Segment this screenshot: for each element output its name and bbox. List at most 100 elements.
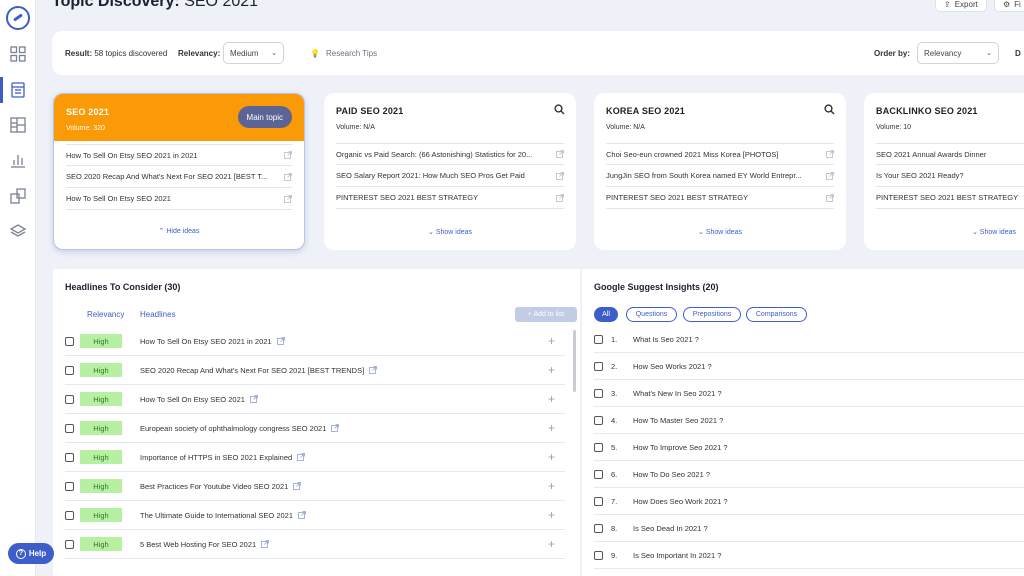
add-icon[interactable]: + bbox=[548, 392, 555, 406]
headlines-column-header[interactable]: Headlines bbox=[140, 310, 176, 319]
main-topic-badge[interactable]: Main topic bbox=[237, 106, 292, 128]
card-idea-row[interactable]: PINTEREST SEO 2021 BEST STRATEGY bbox=[876, 187, 1024, 209]
row-checkbox[interactable] bbox=[594, 469, 603, 479]
row-checkbox[interactable] bbox=[65, 481, 74, 491]
card-idea-row[interactable]: How To Sell On Etsy SEO 2021 bbox=[66, 188, 292, 210]
logo[interactable] bbox=[6, 6, 30, 30]
row-checkbox[interactable] bbox=[65, 452, 74, 462]
hide-ideas-button[interactable]: ⌃ Hide ideas bbox=[54, 227, 304, 235]
row-checkbox[interactable] bbox=[594, 442, 603, 452]
add-icon[interactable]: + bbox=[548, 479, 555, 493]
add-to-list-button[interactable]: + Add to list bbox=[515, 307, 577, 322]
add-icon[interactable]: + bbox=[548, 334, 555, 348]
suggest-row[interactable]: 3. What's New In Seo 2021 ? bbox=[594, 380, 1024, 407]
external-link-icon[interactable] bbox=[250, 395, 258, 403]
row-checkbox[interactable] bbox=[65, 423, 74, 433]
headline-row[interactable]: High European society of ophthalmology co… bbox=[65, 414, 565, 443]
card-idea-row[interactable]: Is Your SEO 2021 Ready? bbox=[876, 165, 1024, 187]
add-icon[interactable]: + bbox=[548, 508, 555, 522]
external-link-icon[interactable] bbox=[261, 540, 270, 548]
card-idea-row[interactable]: JungJin SEO from South Korea named EY Wo… bbox=[606, 165, 834, 187]
external-link-icon[interactable] bbox=[298, 511, 306, 519]
integrations-icon[interactable] bbox=[9, 187, 27, 205]
external-link-icon[interactable] bbox=[556, 150, 564, 158]
suggest-row[interactable]: 1. What Is Seo 2021 ? bbox=[594, 326, 1024, 353]
external-link-icon[interactable] bbox=[556, 171, 564, 180]
card-idea-row[interactable]: Choi Seo-eun crowned 2021 Miss Korea [PH… bbox=[606, 143, 834, 165]
show-ideas-button[interactable]: ⌄ Show ideas bbox=[324, 228, 576, 236]
row-checkbox[interactable] bbox=[594, 334, 603, 344]
headline-row[interactable]: High 5 Best Web Hosting For SEO 2021 + bbox=[65, 530, 565, 559]
topic-card[interactable]: KOREA SEO 2021 Volume: N/A Choi Seo-eun … bbox=[594, 93, 846, 250]
chip-prepositions[interactable]: Prepositions bbox=[683, 307, 741, 322]
add-icon[interactable]: + bbox=[548, 537, 555, 551]
headline-row[interactable]: High The Ultimate Guide to International … bbox=[65, 501, 565, 530]
external-link-icon[interactable] bbox=[297, 453, 306, 461]
header-more-button[interactable]: ⚙ Fi bbox=[994, 0, 1024, 12]
external-link-icon[interactable] bbox=[556, 193, 564, 202]
suggest-row[interactable]: 6. How To Do Seo 2021 ? bbox=[594, 461, 1024, 488]
show-ideas-button[interactable]: ⌄ Show ideas bbox=[594, 228, 846, 236]
layers-icon[interactable] bbox=[9, 222, 27, 240]
relevancy-column-header[interactable]: Relevancy bbox=[87, 310, 124, 319]
topic-card-main[interactable]: SEO 2021 Volume: 320 Main topic How To S… bbox=[53, 93, 305, 250]
search-icon[interactable] bbox=[554, 104, 565, 115]
chip-comparisons[interactable]: Comparisons bbox=[746, 307, 807, 322]
external-link-icon[interactable] bbox=[284, 151, 292, 159]
card-idea-row[interactable]: How To Sell On Etsy SEO 2021 in 2021 bbox=[66, 144, 292, 166]
row-checkbox[interactable] bbox=[65, 510, 74, 520]
card-idea-row[interactable]: SEO 2020 Recap And What's Next For SEO 2… bbox=[66, 166, 292, 188]
row-checkbox[interactable] bbox=[65, 394, 74, 404]
row-checkbox[interactable] bbox=[594, 523, 603, 533]
suggest-row[interactable]: 5. How To Improve Seo 2021 ? bbox=[594, 434, 1024, 461]
add-icon[interactable]: + bbox=[548, 450, 555, 464]
show-ideas-button[interactable]: ⌄ Show ideas bbox=[864, 228, 1024, 236]
card-idea-row[interactable]: SEO Salary Report 2021: How Much SEO Pro… bbox=[336, 165, 564, 187]
external-link-icon[interactable] bbox=[276, 337, 285, 345]
external-link-icon[interactable] bbox=[369, 366, 378, 374]
headline-row[interactable]: High Importance of HTTPS in SEO 2021 Expl… bbox=[65, 443, 565, 472]
chip-questions[interactable]: Questions bbox=[626, 307, 677, 322]
row-checkbox[interactable] bbox=[594, 496, 603, 506]
headlines-scrollbar[interactable] bbox=[573, 330, 576, 392]
row-checkbox[interactable] bbox=[65, 539, 74, 549]
search-icon[interactable] bbox=[824, 104, 835, 115]
order-by-select[interactable]: Relevancy ⌄ bbox=[917, 42, 999, 64]
row-checkbox[interactable] bbox=[594, 388, 603, 398]
suggest-row[interactable]: 4. How To Master Seo 2021 ? bbox=[594, 407, 1024, 434]
card-idea-row[interactable]: PINTEREST SEO 2021 BEST STRATEGY bbox=[336, 187, 564, 209]
row-checkbox[interactable] bbox=[65, 336, 74, 346]
card-idea-row[interactable]: SEO 2021 Annual Awards Dinner bbox=[876, 143, 1024, 165]
external-link-icon[interactable] bbox=[284, 172, 292, 181]
row-checkbox[interactable] bbox=[594, 415, 603, 425]
topic-discovery-icon[interactable] bbox=[0, 77, 27, 103]
dashboard-grid-icon[interactable] bbox=[9, 45, 27, 63]
export-button[interactable]: ⇪ Export bbox=[935, 0, 987, 12]
suggest-row[interactable]: 8. Is Seo Dead In 2021 ? bbox=[594, 515, 1024, 542]
headline-row[interactable]: High Best Practices For Youtube Video SEO… bbox=[65, 472, 565, 501]
topic-card[interactable]: BACKLINKO SEO 2021 Volume: 10 SEO 2021 A… bbox=[864, 93, 1024, 250]
layout-icon[interactable] bbox=[9, 116, 27, 134]
suggest-row[interactable]: 2. How Seo Works 2021 ? bbox=[594, 353, 1024, 380]
analytics-chart-icon[interactable] bbox=[9, 151, 27, 169]
chip-all[interactable]: All bbox=[594, 307, 618, 322]
headline-row[interactable]: High SEO 2020 Recap And What's Next For S… bbox=[65, 356, 565, 385]
row-checkbox[interactable] bbox=[594, 361, 603, 371]
external-link-icon[interactable] bbox=[331, 424, 340, 432]
relevancy-select[interactable]: Medium ⌄ bbox=[223, 42, 284, 64]
external-link-icon[interactable] bbox=[284, 194, 292, 203]
row-checkbox[interactable] bbox=[594, 550, 603, 560]
external-link-icon[interactable] bbox=[826, 150, 834, 158]
suggest-row[interactable]: 9. Is Seo Important In 2021 ? bbox=[594, 542, 1024, 569]
external-link-icon[interactable] bbox=[826, 171, 834, 180]
row-checkbox[interactable] bbox=[65, 365, 74, 375]
suggest-row[interactable]: 7. How Does Seo Work 2021 ? bbox=[594, 488, 1024, 515]
topic-card[interactable]: PAID SEO 2021 Volume: N/A Organic vs Pai… bbox=[324, 93, 576, 250]
card-idea-row[interactable]: Organic vs Paid Search: (66 Astonishing)… bbox=[336, 143, 564, 165]
external-link-icon[interactable] bbox=[826, 193, 834, 202]
add-icon[interactable]: + bbox=[548, 363, 555, 377]
help-button[interactable]: ? Help bbox=[8, 543, 54, 564]
headline-row[interactable]: High How To Sell On Etsy SEO 2021 in 2021… bbox=[65, 327, 565, 356]
card-idea-row[interactable]: PINTEREST SEO 2021 BEST STRATEGY bbox=[606, 187, 834, 209]
headline-row[interactable]: High How To Sell On Etsy SEO 2021 + bbox=[65, 385, 565, 414]
